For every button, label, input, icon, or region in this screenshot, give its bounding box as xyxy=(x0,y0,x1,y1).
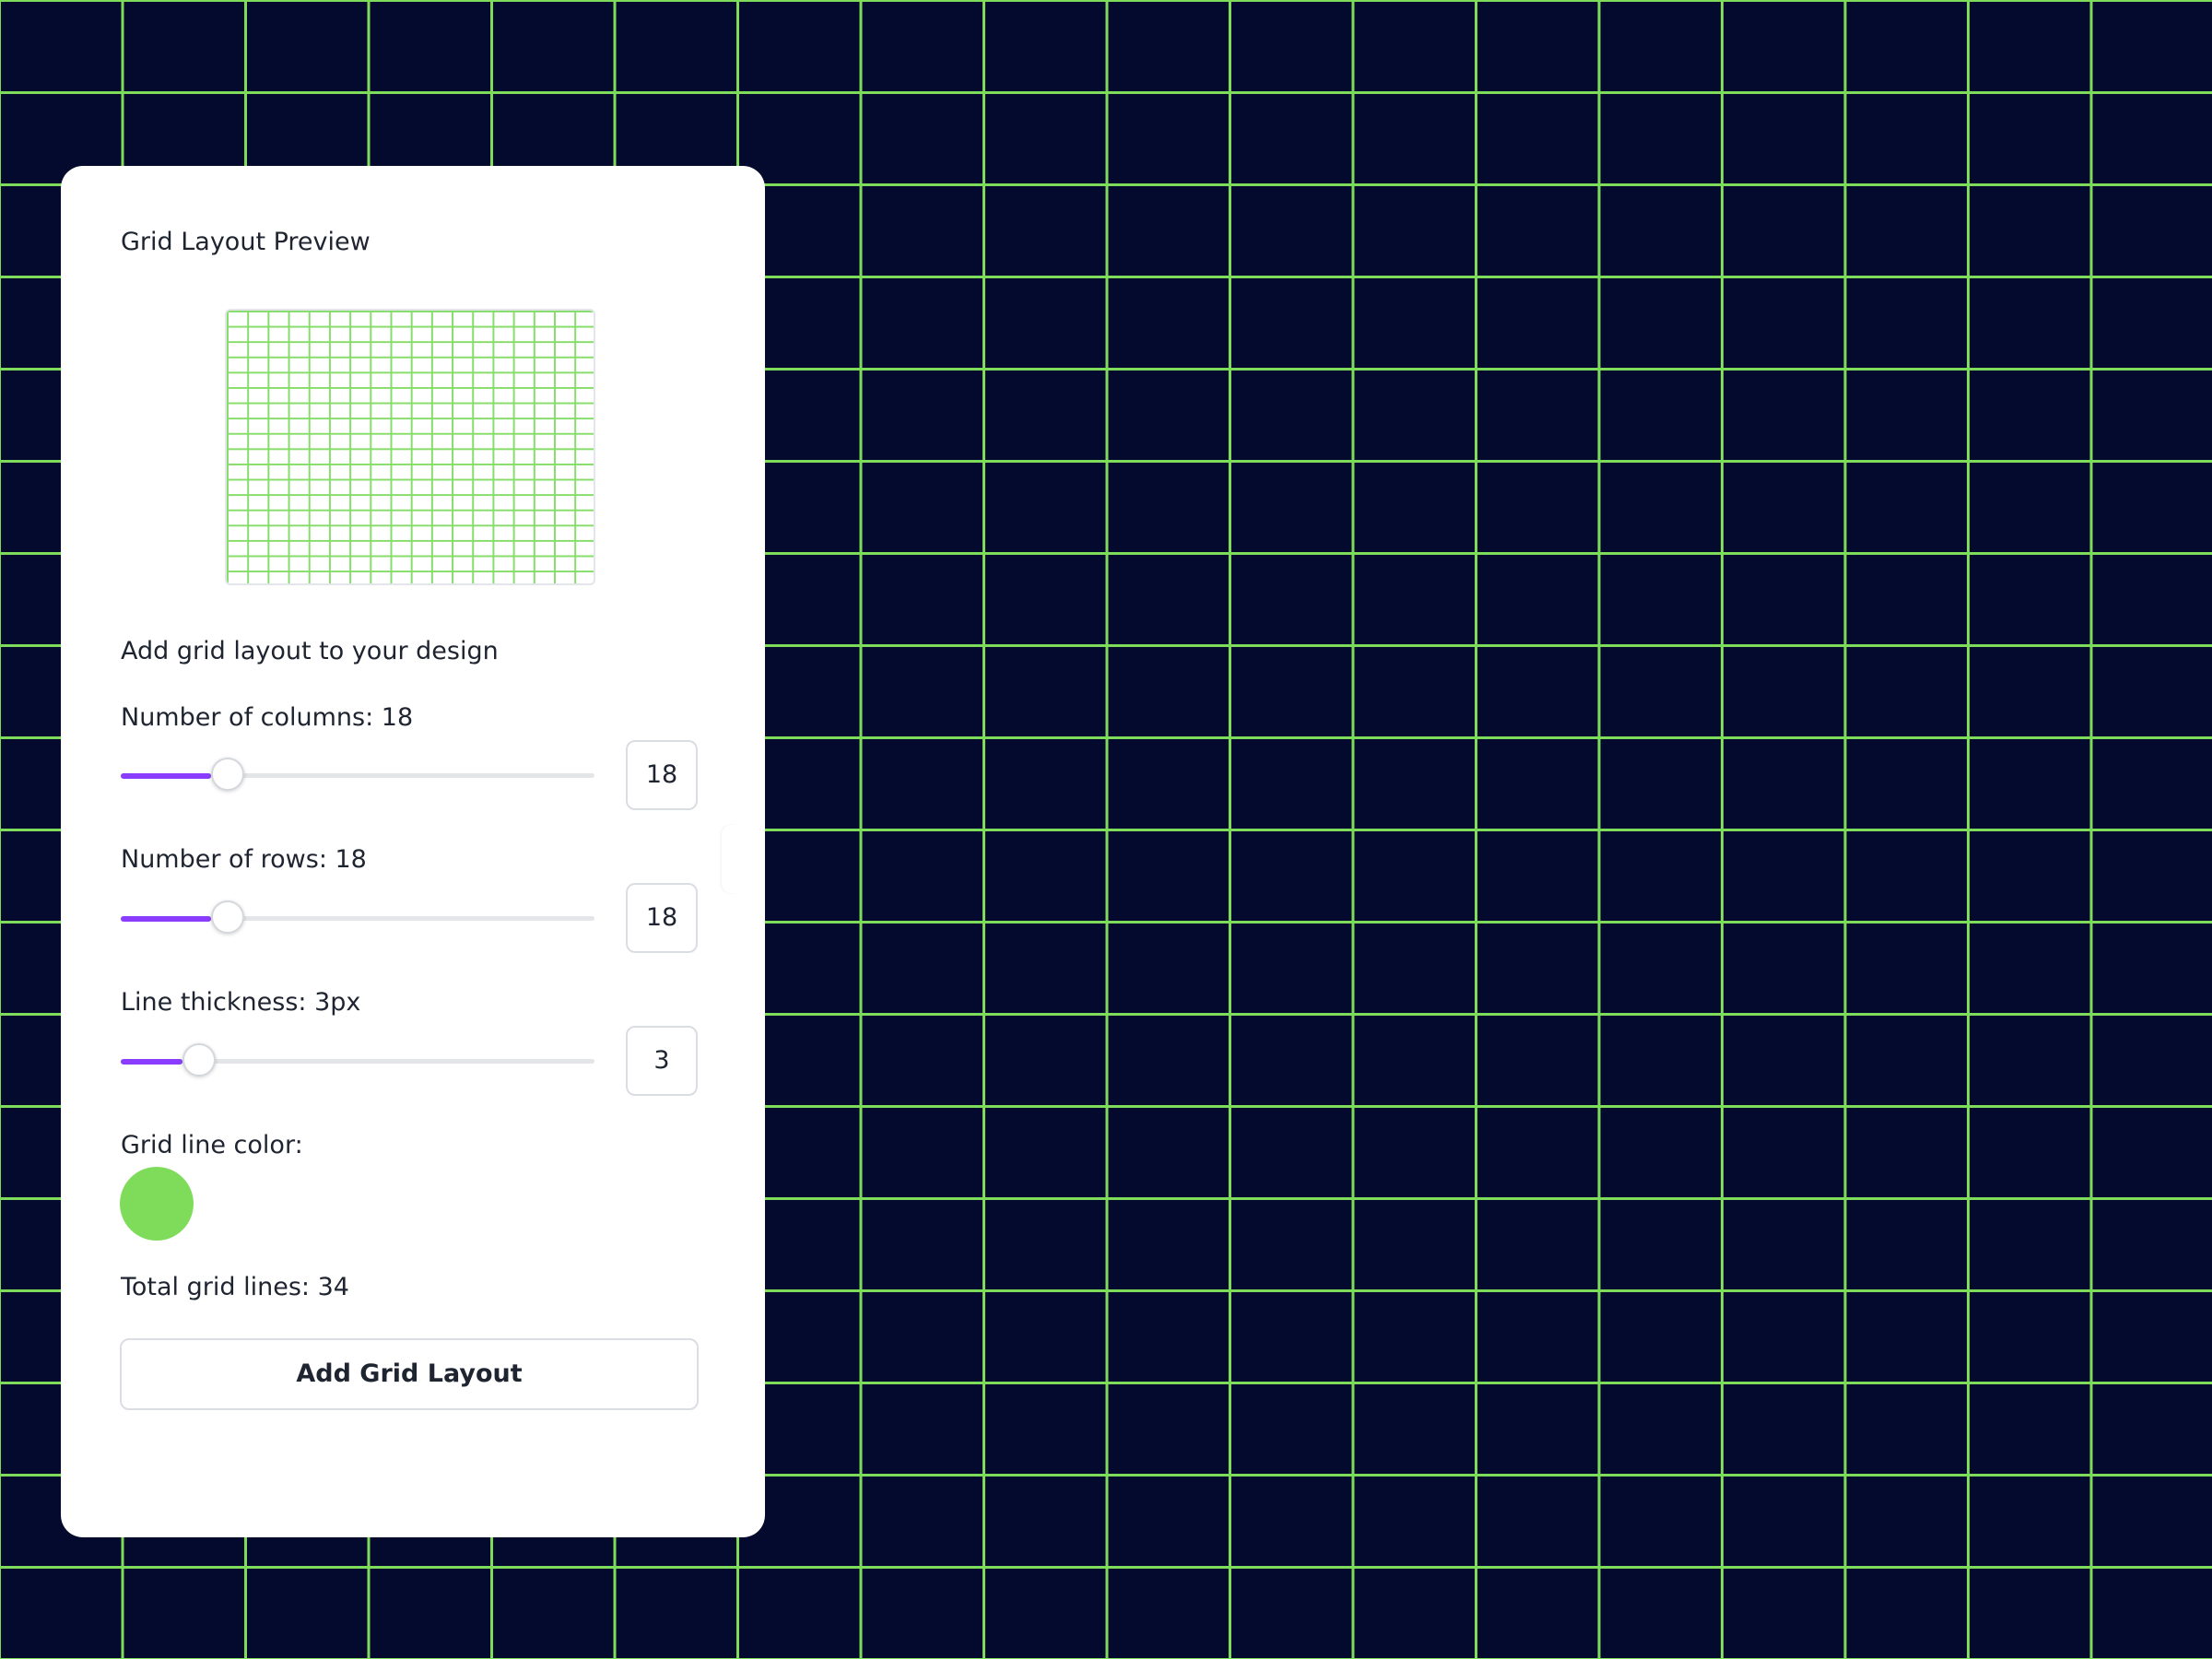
thickness-label: Line thickness: 3px xyxy=(121,988,361,1017)
rows-slider-thumb[interactable] xyxy=(211,900,244,934)
columns-slider-fill xyxy=(121,773,211,779)
rows-label: Number of rows: 18 xyxy=(121,845,367,874)
preview-title: Grid Layout Preview xyxy=(121,228,371,256)
rows-slider-fill xyxy=(121,916,211,922)
columns-slider[interactable] xyxy=(121,757,594,794)
panel-collapse-handle[interactable] xyxy=(722,825,736,893)
thickness-slider[interactable] xyxy=(121,1042,594,1079)
columns-input[interactable]: 18 xyxy=(626,740,698,810)
columns-slider-thumb[interactable] xyxy=(211,758,244,791)
color-swatch[interactable] xyxy=(120,1167,194,1241)
panel-description: Add grid layout to your design xyxy=(121,637,499,665)
rows-slider[interactable] xyxy=(121,900,594,936)
grid-layout-panel: Grid Layout Preview Add grid layout to y… xyxy=(61,166,765,1537)
thickness-slider-thumb[interactable] xyxy=(182,1043,216,1077)
color-label: Grid line color: xyxy=(121,1131,303,1159)
columns-label: Number of columns: 18 xyxy=(121,703,414,732)
add-grid-layout-button[interactable]: Add Grid Layout xyxy=(120,1338,699,1410)
thickness-input[interactable]: 3 xyxy=(626,1026,698,1096)
grid-preview xyxy=(225,309,595,585)
thickness-slider-fill xyxy=(121,1059,182,1065)
rows-input[interactable]: 18 xyxy=(626,883,698,953)
total-grid-lines: Total grid lines: 34 xyxy=(121,1273,349,1301)
